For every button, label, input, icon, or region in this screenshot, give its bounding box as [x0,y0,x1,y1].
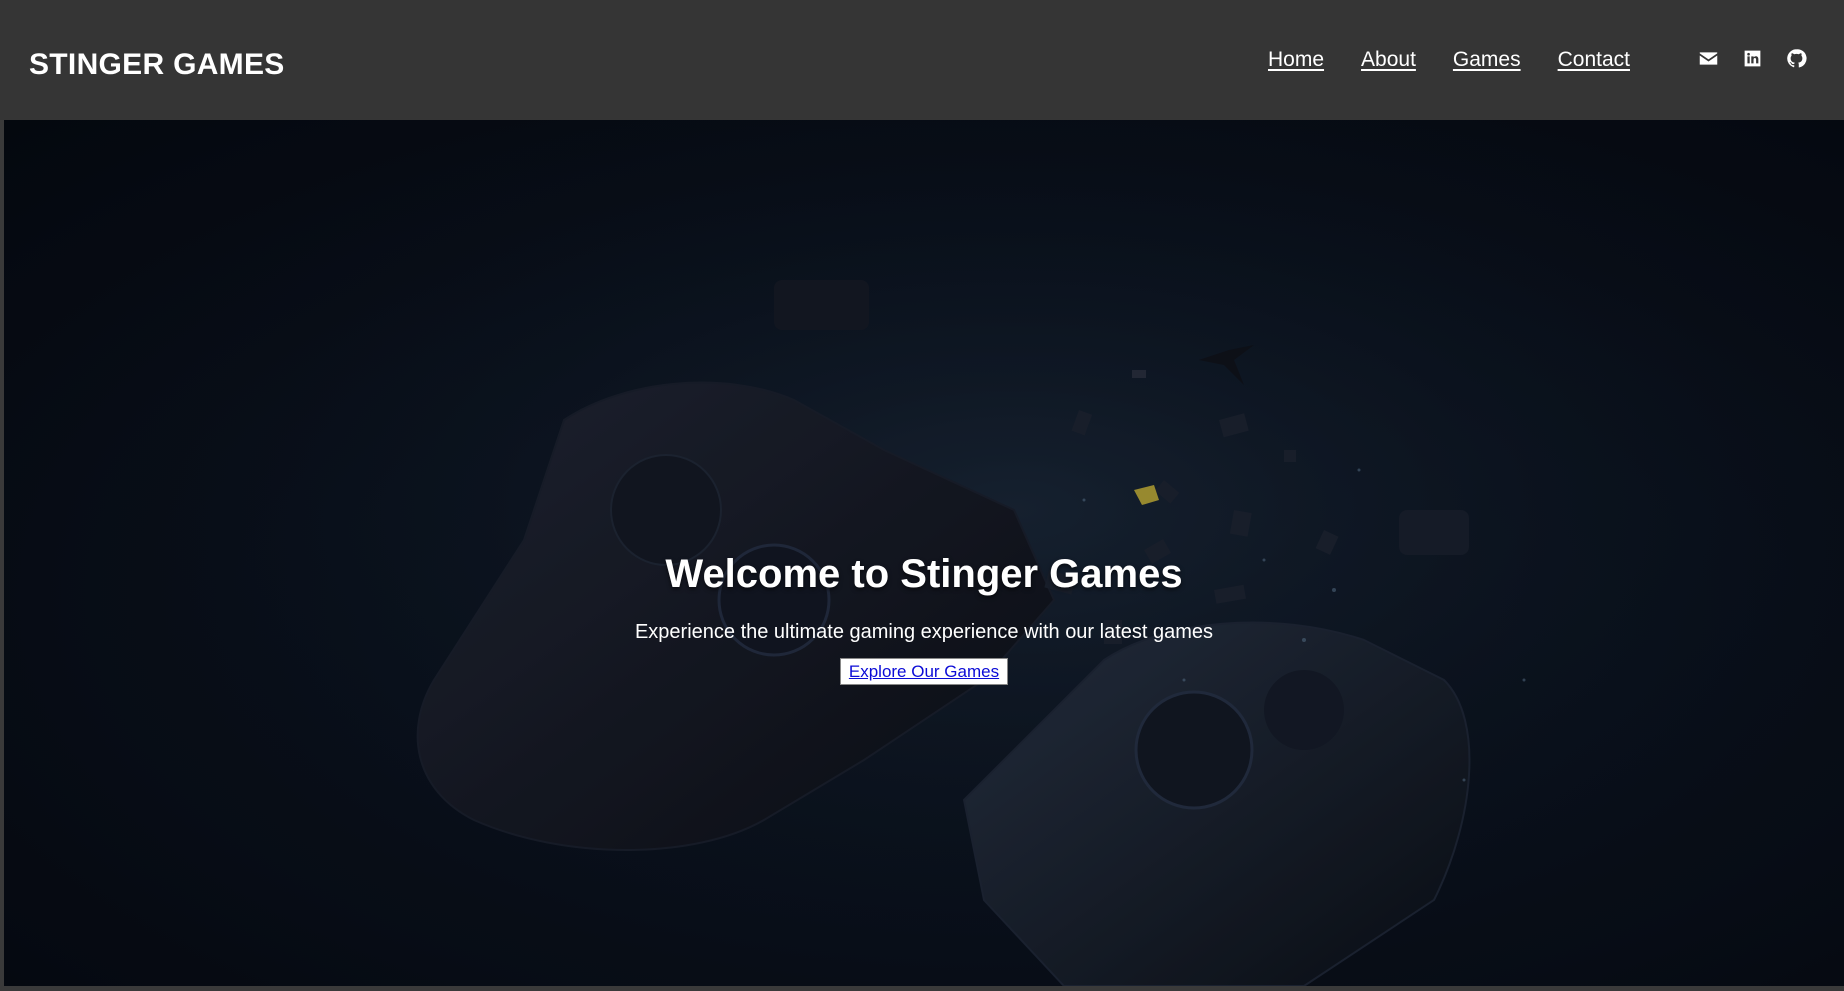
hero-content: Welcome to Stinger Games Experience the … [4,550,1844,685]
email-link[interactable] [1698,48,1719,69]
brand-logo-text[interactable]: STINGER GAMES [29,48,285,82]
github-link[interactable] [1786,48,1807,69]
hero-title: Welcome to Stinger Games [665,552,1183,596]
main-nav: Home About Games Contact [1268,47,1630,73]
nav-link-contact[interactable]: Contact [1558,47,1630,73]
site-header: STINGER GAMES Home About Games Contact [0,0,1844,120]
nav-link-games[interactable]: Games [1453,47,1521,73]
linkedin-icon [1744,50,1761,67]
bottom-edge-strip [0,986,1844,991]
page: STINGER GAMES Home About Games Contact W… [0,0,1844,991]
envelope-icon [1699,52,1718,65]
nav-link-home[interactable]: Home [1268,47,1324,73]
hero-section: Welcome to Stinger Games Experience the … [4,120,1844,986]
github-icon [1787,49,1807,68]
hero-subtitle: Experience the ultimate gaming experienc… [634,621,1214,643]
linkedin-link[interactable] [1742,48,1763,69]
social-links [1698,48,1807,69]
nav-link-about[interactable]: About [1361,47,1416,73]
explore-games-button[interactable]: Explore Our Games [839,658,1009,685]
